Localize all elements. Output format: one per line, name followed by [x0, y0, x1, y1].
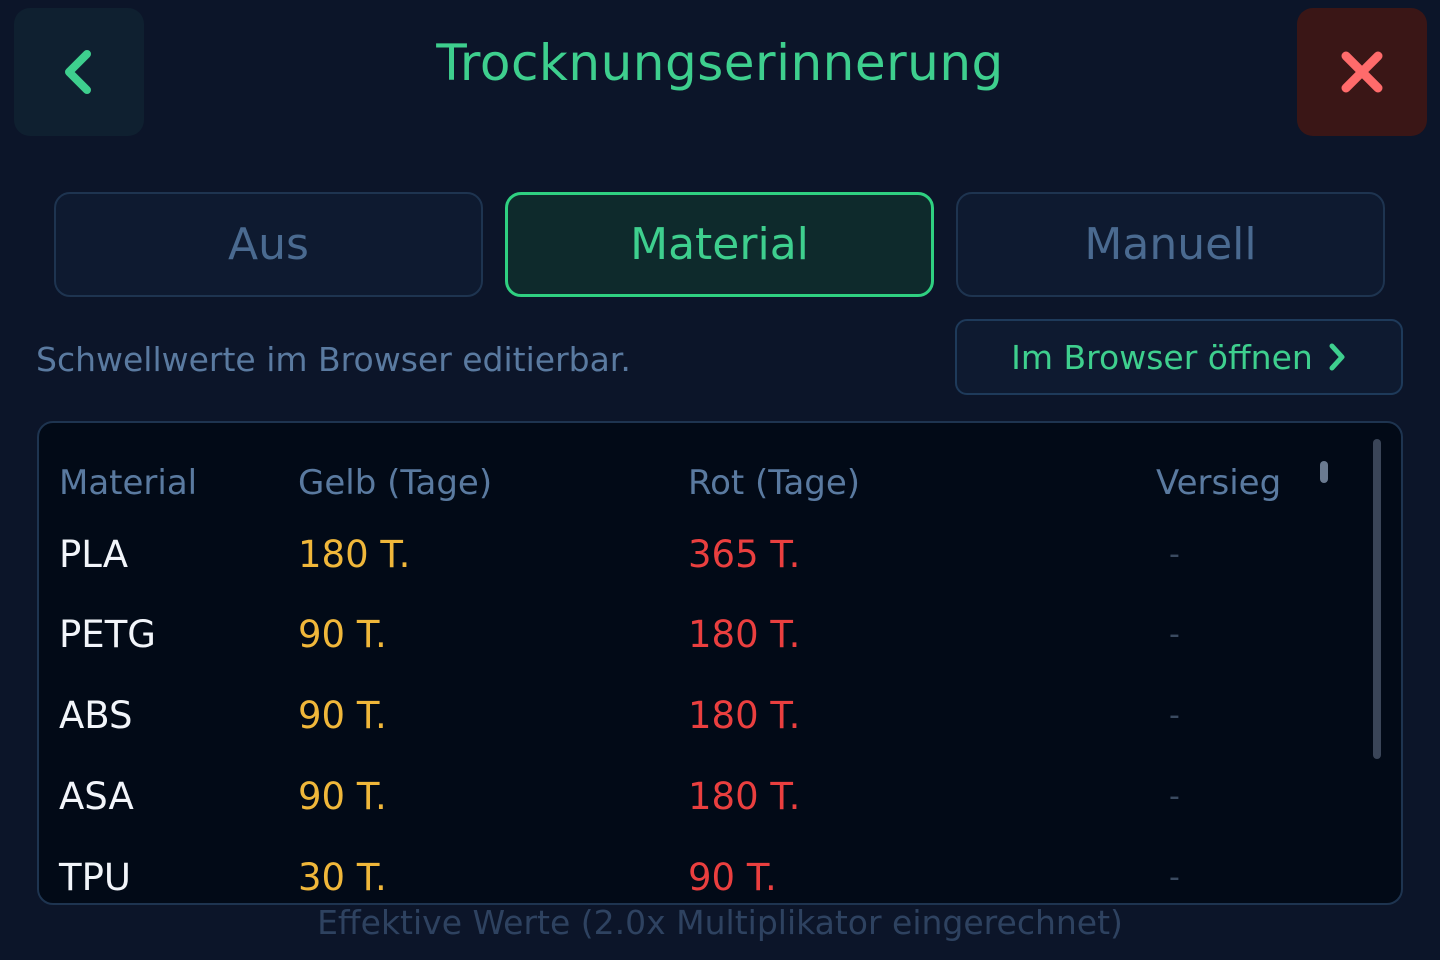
column-header-yellow: Gelb (Tage): [298, 463, 493, 503]
yellow-threshold-cell: 30 T.: [298, 855, 387, 899]
material-cell: PLA: [59, 532, 129, 576]
drying-reminder-screen: Trocknungserinnerung Aus Material Manuel…: [0, 0, 1440, 960]
table-row: ASA 90 T. 180 T. -: [39, 766, 1359, 826]
page-title: Trocknungserinnerung: [436, 34, 1004, 92]
horizontal-scroll-indicator: [1320, 461, 1328, 483]
sealed-cell: -: [1169, 536, 1180, 572]
threshold-table[interactable]: Material Gelb (Tage) Rot (Tage) Versieg …: [37, 421, 1403, 905]
effective-values-note: Effektive Werte (2.0x Multiplikator eing…: [317, 903, 1123, 942]
edit-hint: Schwellwerte im Browser editierbar.: [36, 340, 631, 379]
sealed-cell: -: [1169, 859, 1180, 895]
material-cell: ASA: [59, 774, 134, 818]
table-row: TPU 30 T. 90 T. -: [39, 847, 1359, 903]
yellow-threshold-cell: 90 T.: [298, 612, 387, 656]
vertical-scrollbar[interactable]: [1373, 439, 1381, 759]
table-row: ABS 90 T. 180 T. -: [39, 685, 1359, 745]
column-header-red: Rot (Tage): [688, 463, 861, 503]
sealed-cell: -: [1169, 616, 1180, 652]
mode-selector: Aus Material Manuell: [54, 192, 1385, 299]
yellow-threshold-cell: 90 T.: [298, 693, 387, 737]
table-row: PLA 180 T. 365 T. -: [39, 524, 1359, 584]
sealed-cell: -: [1169, 697, 1180, 733]
column-header-sealed: Versieg: [1156, 463, 1282, 503]
close-button[interactable]: [1297, 8, 1427, 136]
red-threshold-cell: 180 T.: [688, 693, 801, 737]
open-in-browser-label: Im Browser öffnen: [1011, 337, 1313, 377]
tab-material[interactable]: Material: [505, 192, 934, 297]
red-threshold-cell: 365 T.: [688, 532, 801, 576]
material-cell: TPU: [59, 855, 131, 899]
yellow-threshold-cell: 90 T.: [298, 774, 387, 818]
table-row: PETG 90 T. 180 T. -: [39, 604, 1359, 664]
chevron-left-icon: [65, 50, 91, 94]
red-threshold-cell: 180 T.: [688, 612, 801, 656]
table-header: Material Gelb (Tage) Rot (Tage) Versieg: [39, 453, 1359, 513]
back-button[interactable]: [14, 8, 144, 136]
red-threshold-cell: 180 T.: [688, 774, 801, 818]
open-in-browser-button[interactable]: Im Browser öffnen: [955, 319, 1403, 395]
material-cell: PETG: [59, 612, 156, 656]
yellow-threshold-cell: 180 T.: [298, 532, 411, 576]
tab-manual[interactable]: Manuell: [956, 192, 1385, 297]
red-threshold-cell: 90 T.: [688, 855, 777, 899]
tab-off[interactable]: Aus: [54, 192, 483, 297]
close-icon: [1341, 51, 1383, 93]
column-header-material: Material: [59, 463, 198, 503]
chevron-right-icon: [1329, 343, 1345, 371]
sealed-cell: -: [1169, 778, 1180, 814]
material-cell: ABS: [59, 693, 133, 737]
